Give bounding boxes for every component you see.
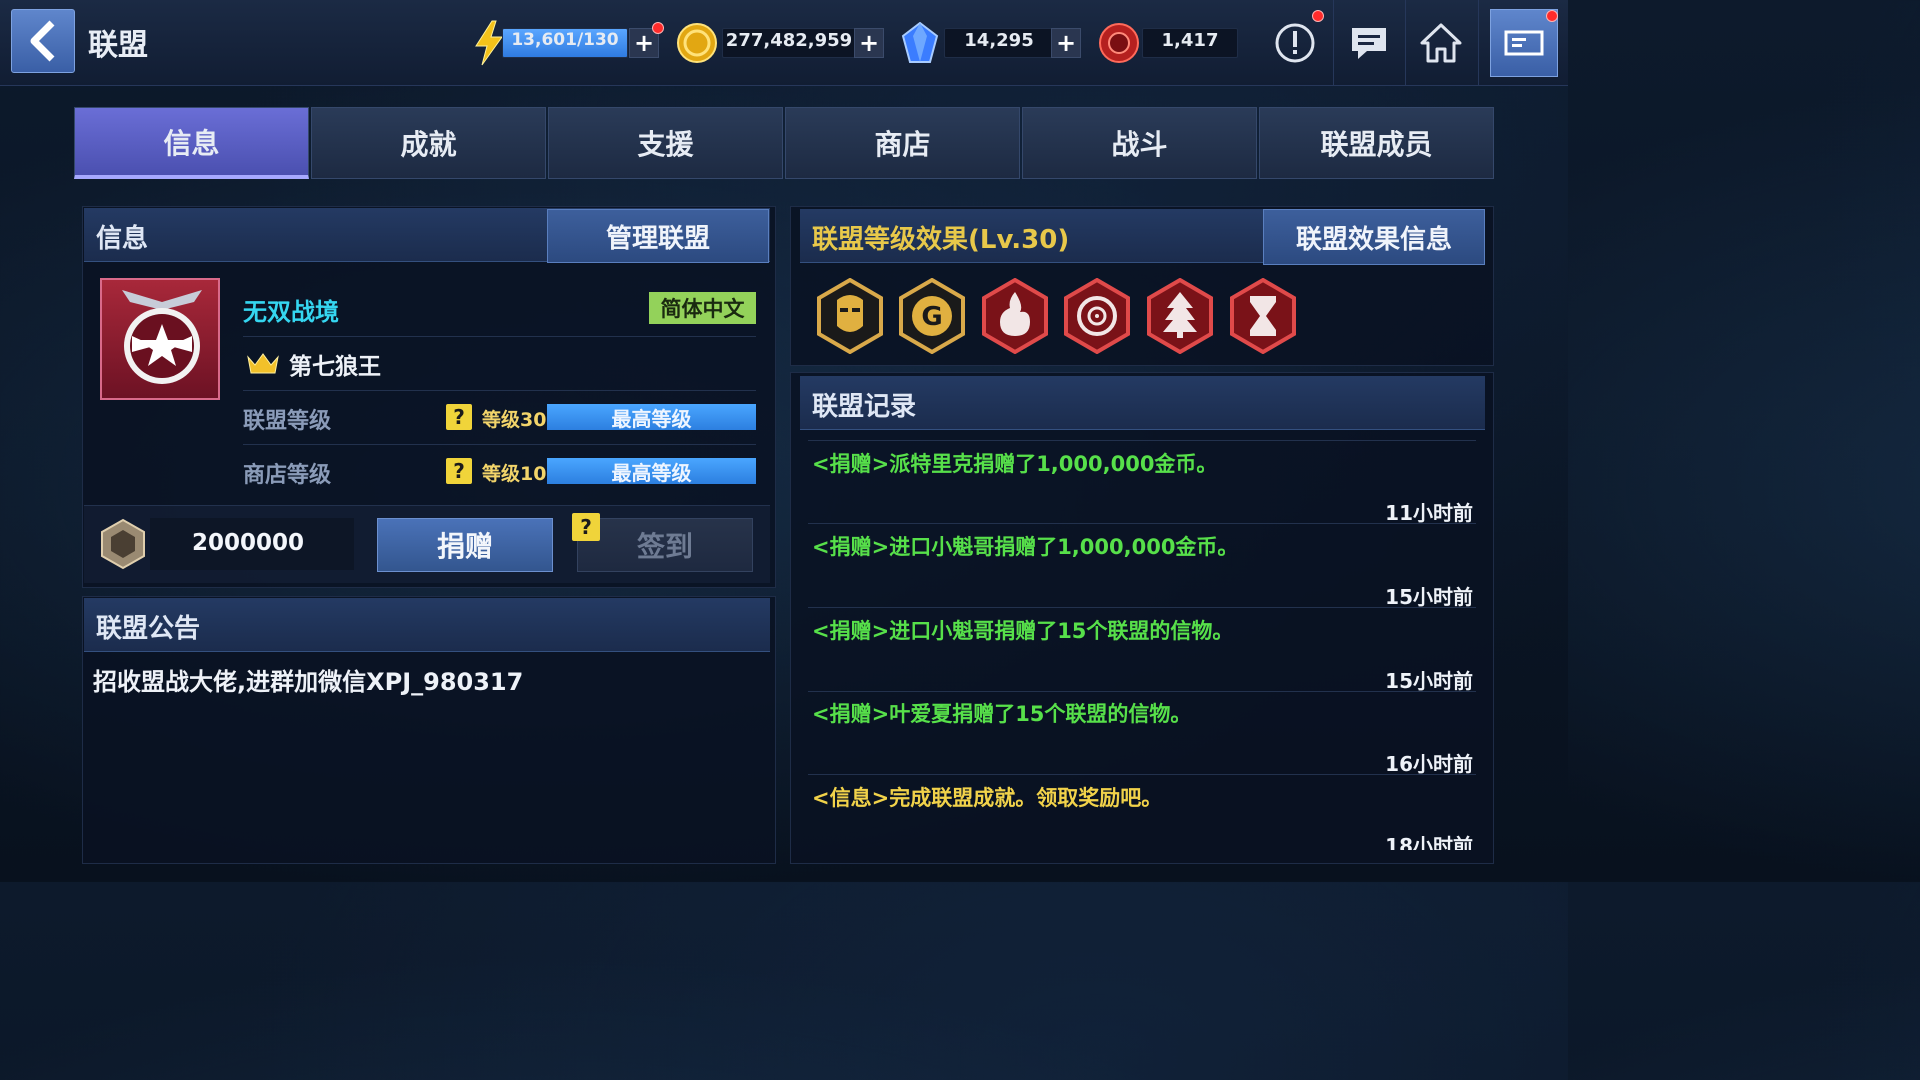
alliance-level-help-button[interactable]: ? bbox=[446, 404, 472, 430]
alliance-level-value: 等级30 bbox=[482, 409, 547, 431]
log-entry-text: <捐赠>派特里克捐赠了1,000,000金币。 bbox=[812, 452, 1218, 476]
home-button[interactable] bbox=[1416, 18, 1466, 68]
info-panel-title: 信息 bbox=[96, 224, 149, 254]
donate-button[interactable]: 捐赠 bbox=[377, 518, 553, 572]
divider bbox=[1478, 0, 1479, 86]
log-entry-time: 11小时前 bbox=[1385, 501, 1473, 525]
tab-info[interactable]: 信息 bbox=[74, 107, 309, 179]
shop-level-value: 等级10 bbox=[482, 463, 547, 485]
checkin-help-button[interactable]: ? bbox=[572, 513, 600, 541]
page-title: 联盟 bbox=[88, 28, 148, 63]
crystal-resource: 14,295 + bbox=[900, 22, 1085, 63]
language-badge: 简体中文 bbox=[649, 292, 756, 324]
target-icon[interactable] bbox=[1062, 277, 1132, 355]
leader-name: 第七狼王 bbox=[289, 354, 381, 380]
tab-achievements[interactable]: 成就 bbox=[311, 107, 546, 179]
menu-icon bbox=[1504, 30, 1544, 56]
crystal-value: 14,295 bbox=[964, 30, 1034, 51]
divider bbox=[808, 523, 1476, 524]
manage-alliance-button[interactable]: 管理联盟 bbox=[547, 209, 769, 263]
log-entry-time: 15小时前 bbox=[1385, 585, 1473, 609]
alert-button[interactable] bbox=[1270, 18, 1320, 68]
shop-level-bar: 最高等级 bbox=[547, 458, 756, 485]
emblem-token-icon bbox=[101, 518, 145, 570]
crown-icon bbox=[247, 353, 279, 374]
divider bbox=[243, 444, 756, 445]
gold-resource: 277,482,959 + bbox=[676, 22, 886, 63]
alert-dot bbox=[1312, 10, 1324, 22]
records-panel-header: 联盟记录 bbox=[800, 376, 1485, 430]
tab-support[interactable]: 支援 bbox=[548, 107, 783, 179]
donation-amount: 2000000 bbox=[191, 530, 305, 556]
gold-plus-button[interactable]: + bbox=[854, 28, 884, 58]
notification-dot bbox=[652, 22, 664, 34]
log-entry-text: <捐赠>叶爱夏捐赠了15个联盟的信物。 bbox=[812, 702, 1192, 726]
gold-coin-icon bbox=[677, 23, 717, 63]
hourglass-icon[interactable] bbox=[1228, 277, 1298, 355]
back-button[interactable] bbox=[11, 9, 75, 73]
log-entry-time: 18小时前 bbox=[1385, 834, 1473, 850]
energy-resource: 13,601/130 + bbox=[472, 20, 664, 66]
checkin-button[interactable]: 签到 bbox=[577, 518, 753, 572]
divider bbox=[243, 390, 756, 391]
top-bar: 联盟 13,601/130 + 277,482,959 + 14,295 + 1… bbox=[0, 0, 1568, 86]
log-entry-text: <捐赠>进口小魁哥捐赠了1,000,000金币。 bbox=[812, 535, 1239, 559]
notice-text: 招收盟战大佬,进群加微信XPJ_980317 bbox=[93, 668, 524, 696]
chat-icon bbox=[1352, 28, 1386, 59]
divider bbox=[808, 607, 1476, 608]
tab-shop[interactable]: 商店 bbox=[785, 107, 1020, 179]
effects-panel-title: 联盟等级效果(Lv.30) bbox=[812, 225, 1070, 255]
chevron-left-icon bbox=[30, 20, 55, 62]
chat-button[interactable] bbox=[1344, 18, 1394, 68]
divider bbox=[1333, 0, 1334, 86]
records-panel-title: 联盟记录 bbox=[812, 392, 917, 422]
red-currency-resource: 1,417 bbox=[1098, 22, 1240, 63]
shop-level-label: 商店等级 bbox=[243, 463, 332, 488]
red-currency-value: 1,417 bbox=[1161, 30, 1219, 51]
svg-text:G: G bbox=[921, 302, 942, 332]
notice-panel-title: 联盟公告 bbox=[96, 614, 201, 644]
divider bbox=[1405, 0, 1406, 86]
flame-icon[interactable] bbox=[980, 277, 1050, 355]
iron-man-icon[interactable] bbox=[815, 277, 885, 355]
tab-members[interactable]: 联盟成员 bbox=[1259, 107, 1494, 179]
log-entry-time: 16小时前 bbox=[1385, 752, 1473, 776]
exclamation-circle-icon bbox=[1275, 23, 1315, 63]
gold-value: 277,482,959 bbox=[725, 30, 853, 51]
notice-panel-header: 联盟公告 bbox=[84, 598, 770, 652]
g-coin-icon[interactable]: G bbox=[897, 277, 967, 355]
shop-level-help-button[interactable]: ? bbox=[446, 458, 472, 484]
log-entry-text: <捐赠>进口小魁哥捐赠了15个联盟的信物。 bbox=[812, 619, 1234, 643]
divider bbox=[243, 336, 756, 337]
tab-battle[interactable]: 战斗 bbox=[1022, 107, 1257, 179]
tab-bar: 信息 成就 支援 商店 战斗 联盟成员 bbox=[74, 107, 1494, 179]
log-entry-text: <信息>完成联盟成就。领取奖励吧。 bbox=[812, 786, 1163, 810]
menu-dot bbox=[1546, 10, 1558, 22]
crystal-plus-button[interactable]: + bbox=[1051, 28, 1081, 58]
alliance-name: 无双战境 bbox=[243, 298, 339, 326]
divider bbox=[808, 691, 1476, 692]
log-time-clip: 18小时前 bbox=[1300, 826, 1480, 850]
crystal-icon bbox=[901, 22, 939, 63]
tree-icon[interactable] bbox=[1145, 277, 1215, 355]
alliance-level-bar: 最高等级 bbox=[547, 404, 756, 431]
divider bbox=[808, 440, 1476, 441]
alliance-level-label: 联盟等级 bbox=[243, 409, 332, 434]
divider bbox=[808, 774, 1476, 775]
alliance-emblem bbox=[100, 278, 220, 400]
wings-emblem-icon bbox=[122, 290, 202, 384]
alliance-effect-info-button[interactable]: 联盟效果信息 bbox=[1263, 209, 1485, 265]
red-token-icon bbox=[1099, 23, 1139, 63]
log-entry-time: 15小时前 bbox=[1385, 669, 1473, 693]
home-icon bbox=[1420, 23, 1462, 63]
lightning-icon bbox=[475, 20, 503, 66]
energy-value: 13,601/130 bbox=[511, 30, 619, 50]
